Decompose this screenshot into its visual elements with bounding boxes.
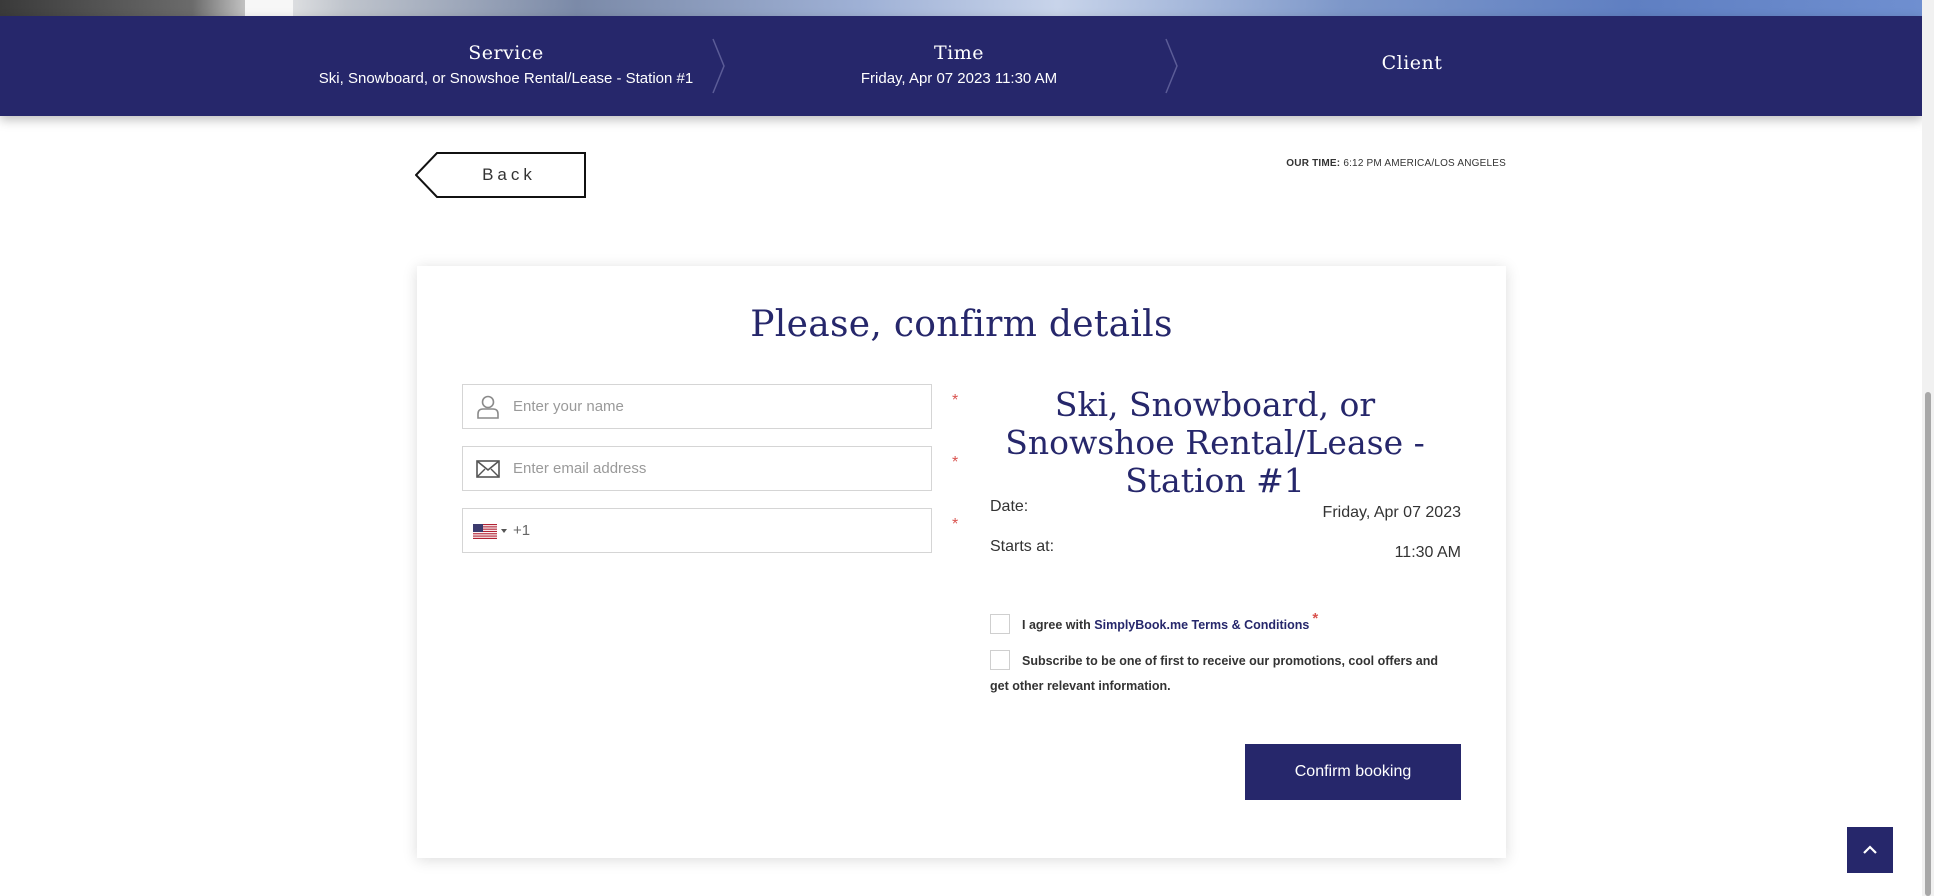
subscribe-text: Subscribe to be one of first to receive … xyxy=(990,654,1439,693)
summary-starts-label: Starts at: xyxy=(990,538,1055,555)
page-title: Please, confirm details xyxy=(750,304,1173,345)
terms-required-mark: * xyxy=(1312,610,1319,627)
terms-link[interactable]: SimplyBook.me Terms & Conditions xyxy=(1094,618,1309,632)
terms-text: I agree with SimplyBook.me Terms & Condi… xyxy=(1022,610,1319,638)
step-client-title: Client xyxy=(1381,52,1443,74)
phone-required-mark: * xyxy=(952,516,959,533)
step-time-value: Friday, Apr 07 2023 11:30 AM xyxy=(860,70,1058,87)
our-time-value: 6:12 PM AMERICA/LOS ANGELES xyxy=(1343,158,1506,169)
step-time[interactable]: Time Friday, Apr 07 2023 11:30 AM xyxy=(733,16,1185,116)
email-field xyxy=(462,446,932,491)
our-time: OUR TIME: 6:12 PM AMERICA/LOS ANGELES xyxy=(1286,158,1506,169)
step-time-title: Time xyxy=(933,42,984,64)
summary-date-value: Friday, Apr 07 2023 xyxy=(1322,504,1461,521)
country-dropdown-caret-icon[interactable] xyxy=(501,529,507,533)
terms-prefix: I agree with xyxy=(1022,618,1091,632)
scrollbar-thumb[interactable] xyxy=(1925,392,1931,896)
phone-country-code[interactable]: +1 xyxy=(513,509,530,552)
booking-steps-bar: Service Ski, Snowboard, or Snowshoe Rent… xyxy=(0,16,1922,116)
step-service-value: Ski, Snowboard, or Snowshoe Rental/Lease… xyxy=(318,70,694,87)
back-button[interactable]: Back xyxy=(415,152,587,198)
step-service-title: Service xyxy=(468,42,544,64)
booking-page: Service Ski, Snowboard, or Snowshoe Rent… xyxy=(0,0,1934,896)
email-required-mark: * xyxy=(952,454,959,471)
phone-field: +1 xyxy=(462,508,932,553)
summary-service-name: Ski, Snowboard, or Snowshoe Rental/Lease… xyxy=(1005,385,1425,500)
page-scrollbar[interactable] xyxy=(1922,0,1934,896)
name-required-mark: * xyxy=(952,392,959,409)
back-button-label: Back xyxy=(482,165,536,184)
confirm-details-card: Please, confirm details * * xyxy=(417,266,1506,858)
step-service[interactable]: Service Ski, Snowboard, or Snowshoe Rent… xyxy=(280,16,732,116)
step-separator-icon xyxy=(712,38,725,94)
us-flag-icon[interactable] xyxy=(473,524,497,539)
terms-checkbox[interactable] xyxy=(990,614,1010,634)
hero-image-detail xyxy=(245,0,293,16)
our-time-label: OUR TIME: xyxy=(1286,158,1341,169)
summary-starts-value: 11:30 AM xyxy=(1394,544,1461,561)
step-separator-icon xyxy=(1165,38,1178,94)
email-input[interactable] xyxy=(513,447,923,490)
step-client[interactable]: Client xyxy=(1186,16,1638,116)
name-field xyxy=(462,384,932,429)
summary-date-label: Date: xyxy=(990,498,1029,515)
chevron-up-icon xyxy=(1863,845,1877,854)
back-to-top-button[interactable] xyxy=(1847,827,1893,873)
envelope-icon xyxy=(476,460,500,478)
user-icon xyxy=(477,395,499,419)
hero-image-strip xyxy=(0,0,1922,16)
name-input[interactable] xyxy=(513,385,923,428)
confirm-booking-button[interactable]: Confirm booking xyxy=(1245,744,1461,800)
